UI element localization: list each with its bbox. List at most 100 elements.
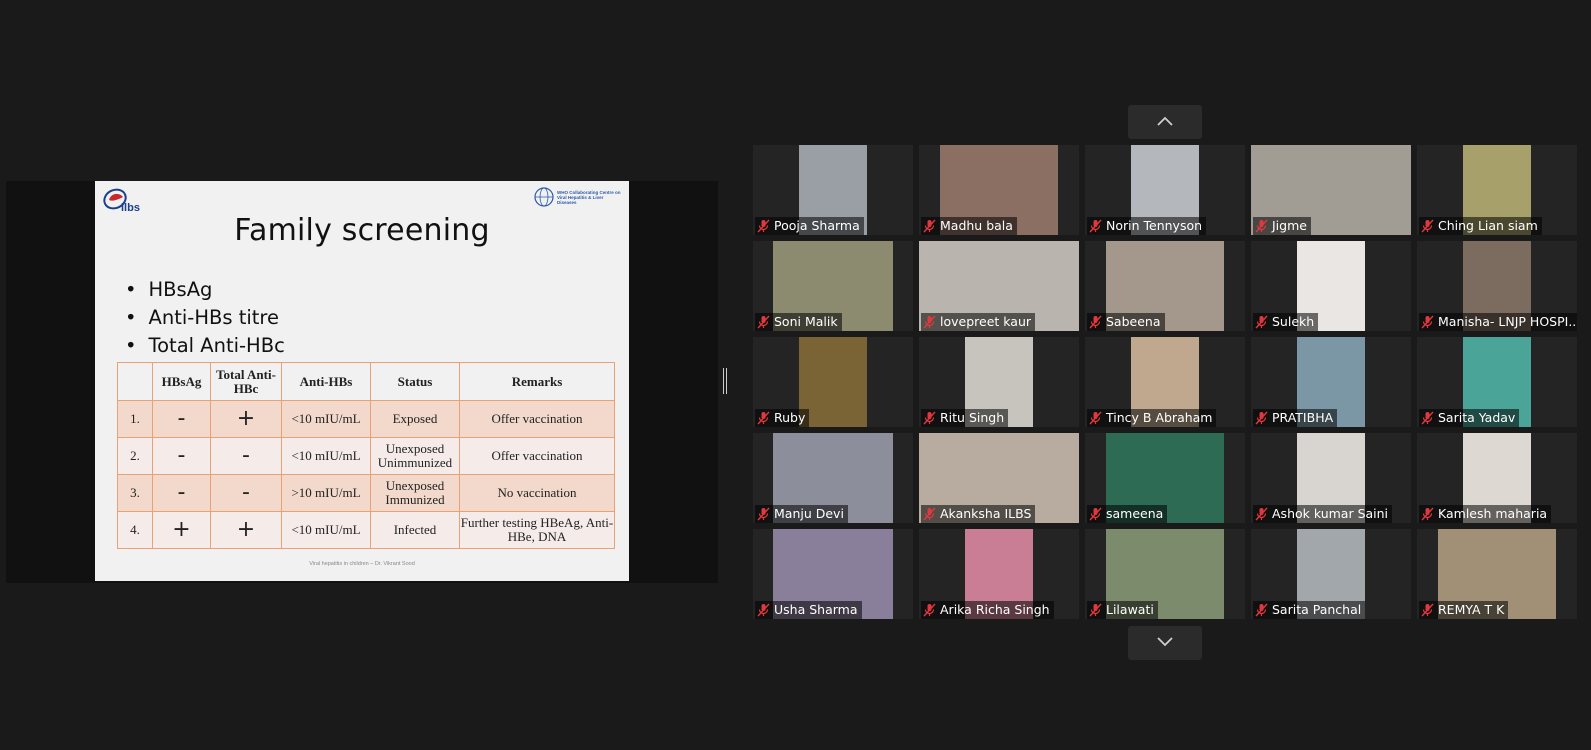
mic-muted-icon (923, 603, 936, 617)
table-cell: 2. (117, 437, 153, 475)
table-cell: - (152, 474, 211, 512)
table-cell: <10 mIU/mL (281, 400, 371, 438)
participant-tile[interactable]: Pooja Sharma (753, 145, 913, 235)
participant-tile[interactable]: Sarita Panchal (1251, 529, 1411, 619)
mic-muted-icon (757, 507, 770, 521)
participant-name-label: Kamlesh maharia (1419, 505, 1552, 523)
participant-name-label: Manisha- LNJP HOSPI... (1419, 313, 1577, 331)
ilbs-logo: ilbs (101, 185, 141, 215)
screening-table: HBsAg Total Anti-HBc Anti-HBs Status Rem… (117, 362, 615, 549)
participant-name: Norin Tennyson (1106, 218, 1203, 233)
who-emblem-icon (534, 187, 554, 207)
participant-name: Sarita Yadav (1438, 410, 1516, 425)
participant-name: Ching Lian siam (1438, 218, 1538, 233)
table-cell: - (152, 437, 211, 475)
slide-title: Family screening (234, 213, 490, 248)
table-cell: 3. (117, 474, 153, 512)
mic-muted-icon (1255, 219, 1268, 233)
participant-tile[interactable]: Manisha- LNJP HOSPI... (1417, 241, 1577, 331)
participant-tile[interactable]: Lilawati (1085, 529, 1245, 619)
page-up-button[interactable] (1128, 105, 1202, 139)
participant-tile[interactable]: Soni Malik (753, 241, 913, 331)
participant-tile[interactable]: Ritu Singh (919, 337, 1079, 427)
participant-tile[interactable]: Sabeena (1085, 241, 1245, 331)
participant-tile[interactable]: Arika Richa Singh (919, 529, 1079, 619)
mic-muted-icon (923, 507, 936, 521)
mic-muted-icon (1421, 219, 1434, 233)
participant-name: Kamlesh maharia (1438, 506, 1548, 521)
participant-name-label: lovepreet kaur (921, 313, 1036, 331)
mic-muted-icon (1089, 507, 1102, 521)
table-cell: 4. (117, 511, 153, 549)
mic-muted-icon (757, 603, 770, 617)
participant-tile[interactable]: Sulekh (1251, 241, 1411, 331)
participant-tile[interactable]: Usha Sharma (753, 529, 913, 619)
table-row: 3. - - >10 mIU/mL Unexposed Immunized No… (117, 474, 615, 512)
bullet-item: Anti-HBs titre (125, 304, 285, 332)
table-cell: - (210, 474, 282, 512)
table-header: HBsAg (152, 362, 211, 401)
mic-muted-icon (1089, 411, 1102, 425)
mic-muted-icon (1255, 411, 1268, 425)
table-cell: Offer vaccination (459, 400, 615, 438)
participant-tile[interactable]: Jigme (1251, 145, 1411, 235)
participant-tile[interactable]: sameena (1085, 433, 1245, 523)
participant-tile[interactable]: Kamlesh maharia (1417, 433, 1577, 523)
mic-muted-icon (757, 411, 770, 425)
mic-muted-icon (757, 219, 770, 233)
table-header: Status (370, 362, 460, 401)
participant-name-label: Ritu Singh (921, 409, 1009, 427)
participant-name-label: Sarita Panchal (1253, 601, 1366, 619)
table-header: Total Anti-HBc (210, 362, 282, 401)
participant-name-label: Arika Richa Singh (921, 601, 1054, 619)
participant-tile[interactable]: lovepreet kaur (919, 241, 1079, 331)
participant-name-label: Madhu bala (921, 217, 1017, 235)
participant-tile[interactable]: Ching Lian siam (1417, 145, 1577, 235)
participant-tile[interactable]: Ashok kumar Saini (1251, 433, 1411, 523)
participant-name-label: REMYA T K (1419, 601, 1509, 619)
participant-name: Ruby (774, 410, 806, 425)
participant-name: Manju Devi (774, 506, 844, 521)
participant-name-label: Soni Malik (755, 313, 842, 331)
participant-name-label: Lilawati (1087, 601, 1158, 619)
table-row: 2. - - <10 mIU/mL Unexposed Unimmunized … (117, 437, 615, 475)
participant-name: Usha Sharma (774, 602, 858, 617)
participant-name-label: Norin Tennyson (1087, 217, 1207, 235)
participant-tile[interactable]: Manju Devi (753, 433, 913, 523)
splitter-handle[interactable] (723, 368, 727, 394)
participant-tile[interactable]: Ruby (753, 337, 913, 427)
participant-tile[interactable]: Sarita Yadav (1417, 337, 1577, 427)
mic-muted-icon (1421, 507, 1434, 521)
table-cell: + (152, 511, 211, 549)
participant-tile[interactable]: PRATIBHA (1251, 337, 1411, 427)
participant-name-label: PRATIBHA (1253, 409, 1338, 427)
participant-name-label: Tincy B Abraham (1087, 409, 1217, 427)
participant-tile[interactable]: Tincy B Abraham (1085, 337, 1245, 427)
shared-slide: ilbs WHO Collaborating Centre on Viral H… (95, 181, 629, 581)
mic-muted-icon (923, 219, 936, 233)
participant-name: Sulekh (1272, 314, 1315, 329)
participant-name: Ashok kumar Saini (1272, 506, 1389, 521)
table-cell: >10 mIU/mL (281, 474, 371, 512)
participant-name-label: Sabeena (1087, 313, 1165, 331)
participant-tile[interactable]: Norin Tennyson (1085, 145, 1245, 235)
mic-muted-icon (1421, 603, 1434, 617)
participant-tile[interactable]: Akanksha ILBS (919, 433, 1079, 523)
participant-name: Pooja Sharma (774, 218, 860, 233)
participant-name: Arika Richa Singh (940, 602, 1050, 617)
participant-name-label: sameena (1087, 505, 1168, 523)
participant-name: Madhu bala (940, 218, 1013, 233)
participant-name-label: Ruby (755, 409, 810, 427)
table-cell: Further testing HBeAg, Anti-HBe, DNA (459, 511, 615, 549)
participant-name-label: Ashok kumar Saini (1253, 505, 1393, 523)
bullet-item: HBsAg (125, 276, 285, 304)
participant-tile[interactable]: Madhu bala (919, 145, 1079, 235)
slide-footer: Viral hepatitis in children – Dr. Vikran… (309, 561, 415, 567)
participant-tile[interactable]: REMYA T K (1417, 529, 1577, 619)
page-down-button[interactable] (1128, 626, 1202, 660)
mic-muted-icon (1421, 411, 1434, 425)
participant-name: Sabeena (1106, 314, 1161, 329)
participant-name-label: Manju Devi (755, 505, 848, 523)
participant-name-label: Jigme (1253, 217, 1311, 235)
participant-name: Ritu Singh (940, 410, 1005, 425)
